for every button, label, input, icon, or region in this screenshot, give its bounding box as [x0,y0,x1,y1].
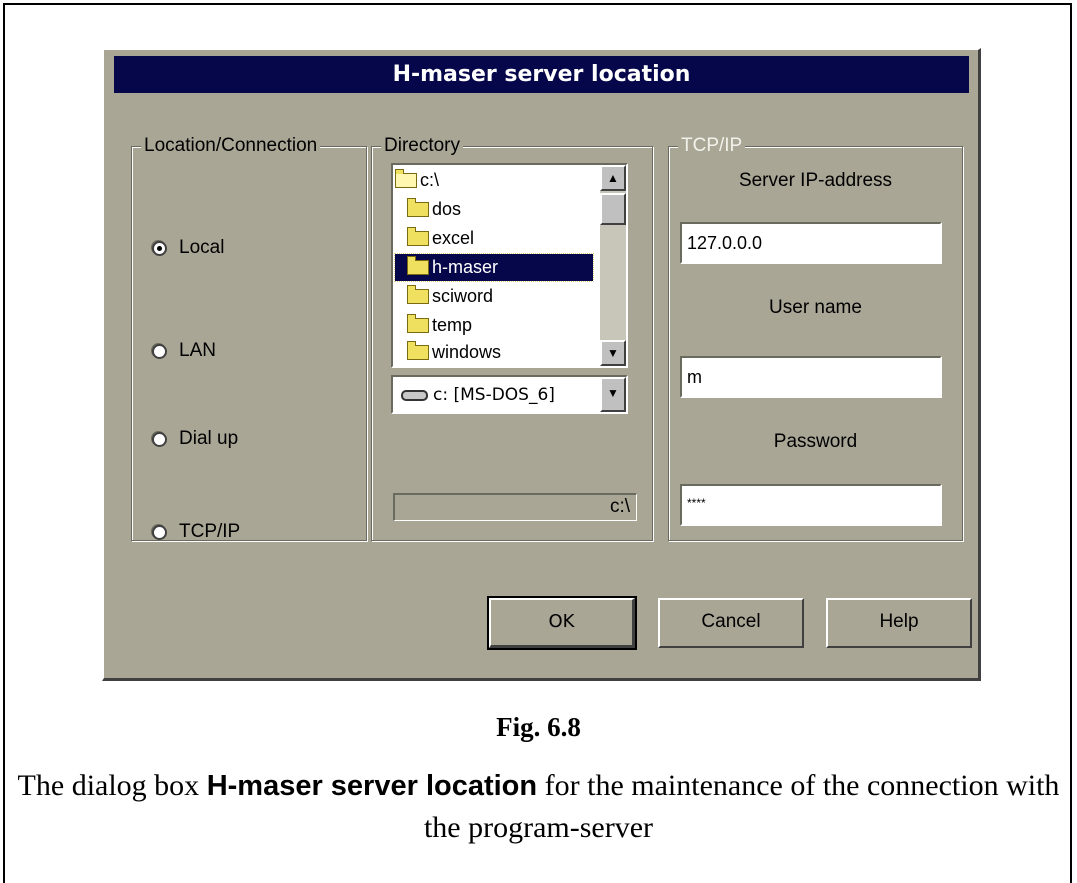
folder-icon [407,227,429,246]
folder-icon [407,285,429,304]
user-name-label: User name [769,297,862,318]
tcpip-group: TCP/IP Server IP-address 127.0.0.0 User … [668,135,963,541]
hard-drive-icon [401,389,428,401]
folder-icon [407,198,429,217]
drive-select[interactable]: c: [MS-DOS_6] ▼ [391,375,628,414]
folder-name: windows [432,342,502,362]
directory-scrollbar[interactable]: ▲ ▼ [600,165,626,366]
scroll-thumb[interactable] [600,193,626,225]
tcpip-group-label: TCP/IP [678,135,746,157]
current-path: c:\ [393,493,637,521]
radio-dialup-label: Dial up [179,428,239,449]
radio-lan[interactable]: LAN [152,340,216,362]
directory-group: Directory c:\ dos excel h-maser sciword [371,135,653,541]
folder-name: excel [432,228,475,248]
folder-name: sciword [432,286,494,306]
help-button[interactable]: Help [826,598,972,648]
radio-icon[interactable] [152,431,167,447]
drive-display: c: [MS-DOS_6] [401,385,555,405]
folder-name: temp [432,315,473,335]
folder-name: h-maser [432,257,499,277]
radio-local[interactable]: Local [152,237,224,259]
password-label: Password [773,431,858,452]
scroll-up-arrow-icon[interactable]: ▲ [600,165,626,191]
drive-label: c: [MS-DOS_6] [433,385,555,405]
list-item[interactable]: windows [407,339,501,366]
ok-button[interactable]: OK [487,596,637,650]
radio-tcpip-label: TCP/IP [179,521,241,542]
scroll-down-arrow-icon[interactable]: ▼ [600,340,626,366]
folder-icon [407,341,429,360]
location-group-label: Location/Connection [141,135,321,157]
radio-icon[interactable] [152,343,167,359]
password-field[interactable]: **** [680,484,942,526]
user-name-field[interactable]: m [680,356,942,398]
list-item[interactable]: excel [407,225,474,252]
open-folder-icon [395,169,417,188]
folder-name: c:\ [420,170,440,190]
folder-icon [407,314,429,333]
list-item[interactable]: c:\ [395,167,439,194]
directory-group-label: Directory [381,135,464,157]
location-connection-group: Location/Connection Local LAN Dial up TC… [131,135,367,543]
dialog-title: H-maser server location [114,56,969,93]
cancel-button[interactable]: Cancel [658,598,804,648]
folder-icon [407,256,429,275]
directory-list[interactable]: c:\ dos excel h-maser sciword temp windo… [391,163,628,368]
server-ip-label: Server IP-address [738,170,893,191]
radio-lan-label: LAN [179,340,216,361]
radio-tcpip[interactable]: TCP/IP [152,521,240,543]
list-item[interactable]: dos [407,196,461,223]
figure-caption: The dialog box H-maser server location f… [0,765,1077,849]
dropdown-arrow-icon[interactable]: ▼ [600,377,626,412]
server-ip-field[interactable]: 127.0.0.0 [680,222,942,264]
radio-dialup[interactable]: Dial up [152,428,238,450]
server-location-dialog: H-maser server location Location/Connect… [102,48,981,681]
figure-title: Fig. 6.8 [496,712,581,742]
caption-text-pre: The dialog box [17,769,207,802]
radio-icon[interactable] [152,524,167,540]
list-item[interactable]: temp [407,312,472,339]
radio-local-label: Local [179,237,225,258]
folder-name: dos [432,199,462,219]
list-item-selected[interactable]: h-maser [394,253,594,282]
radio-selected-icon[interactable] [152,240,167,256]
list-item[interactable]: sciword [407,283,493,310]
caption-dialog-name: H-maser server location [206,770,538,802]
